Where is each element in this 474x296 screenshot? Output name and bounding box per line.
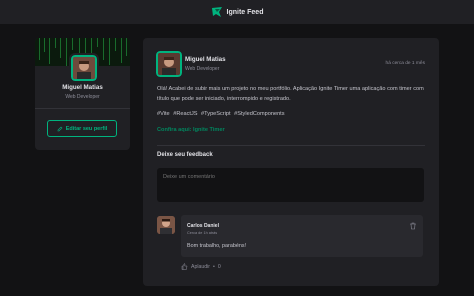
pencil-icon bbox=[57, 126, 63, 131]
post-timestamp: há cerca de 1 mês bbox=[385, 61, 425, 66]
avatar[interactable] bbox=[69, 53, 99, 83]
edit-profile-label: Editar seu perfil bbox=[65, 125, 108, 132]
applaud-label: Aplaudir bbox=[191, 263, 211, 270]
profile-sidebar: Miguel Matias Web Developer Editar seu p… bbox=[35, 38, 130, 150]
post-author-role: Web Developer bbox=[185, 66, 220, 72]
avatar[interactable] bbox=[154, 49, 184, 79]
comment-author: Carlos Daniel bbox=[187, 223, 219, 229]
comment-text: Bom trabalho, parabéns! bbox=[187, 243, 247, 249]
divider bbox=[35, 108, 130, 109]
tag-link[interactable]: #Vite bbox=[157, 111, 170, 117]
post-card: Miguel Matias Web Developer há cerca de … bbox=[143, 38, 439, 286]
post-tags: #Vite #ReactJS #TypeScript #StyledCompon… bbox=[157, 110, 427, 120]
tag-link[interactable]: #ReactJS bbox=[173, 111, 197, 117]
post-paragraph: Olá! Acabei de subir mais um projeto no … bbox=[157, 86, 424, 102]
avatar[interactable] bbox=[157, 216, 175, 234]
divider bbox=[157, 145, 425, 146]
comment-input[interactable] bbox=[157, 168, 424, 202]
tag-link[interactable]: #TypeScript bbox=[201, 111, 231, 117]
ignite-logo-icon bbox=[211, 7, 222, 17]
profile-name: Miguel Matias bbox=[62, 84, 103, 91]
project-link[interactable]: Confira aqui: Ignite Timer bbox=[157, 127, 225, 133]
post-author-name: Miguel Matias bbox=[185, 56, 226, 63]
trash-icon[interactable] bbox=[409, 222, 417, 230]
app-title: Ignite Feed bbox=[226, 8, 264, 16]
tag-link[interactable]: #StyledComponents bbox=[234, 111, 284, 117]
feedback-title: Deixe seu feedback bbox=[157, 152, 213, 158]
comment-timestamp: Cerca de 1h atrás bbox=[187, 231, 218, 235]
applaud-button[interactable]: Aplaudir • 0 bbox=[181, 263, 221, 270]
edit-profile-button[interactable]: Editar seu perfil bbox=[47, 120, 117, 137]
applaud-count: 0 bbox=[217, 263, 221, 270]
app-header: Ignite Feed bbox=[0, 0, 474, 24]
thumbs-up-icon bbox=[181, 263, 188, 270]
post-content: Olá! Acabei de subir mais um projeto no … bbox=[157, 85, 427, 141]
profile-role: Web Developer bbox=[65, 94, 100, 100]
applaud-separator: • bbox=[213, 263, 215, 270]
comment-card: Carlos Daniel Cerca de 1h atrás Bom trab… bbox=[181, 215, 423, 257]
